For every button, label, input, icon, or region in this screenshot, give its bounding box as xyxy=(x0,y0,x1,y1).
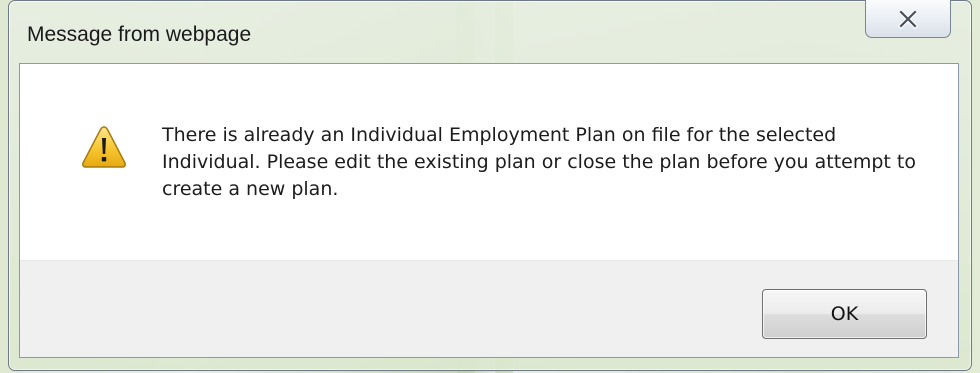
warning-triangle-icon xyxy=(82,126,126,168)
dialog-client-area: There is already an Individual Employmen… xyxy=(19,63,959,358)
dialog-message: There is already an Individual Employmen… xyxy=(162,124,916,200)
close-icon xyxy=(897,8,919,29)
ok-button[interactable]: OK xyxy=(762,289,927,339)
dialog-footer: OK xyxy=(20,260,958,357)
dialog-titlebar[interactable]: Message from webpage xyxy=(9,0,971,63)
message-dialog: Message from webpage There is already an… xyxy=(8,0,972,371)
dialog-content: There is already an Individual Employmen… xyxy=(20,64,958,260)
dialog-title: Message from webpage xyxy=(27,23,252,46)
close-button[interactable] xyxy=(865,0,951,38)
